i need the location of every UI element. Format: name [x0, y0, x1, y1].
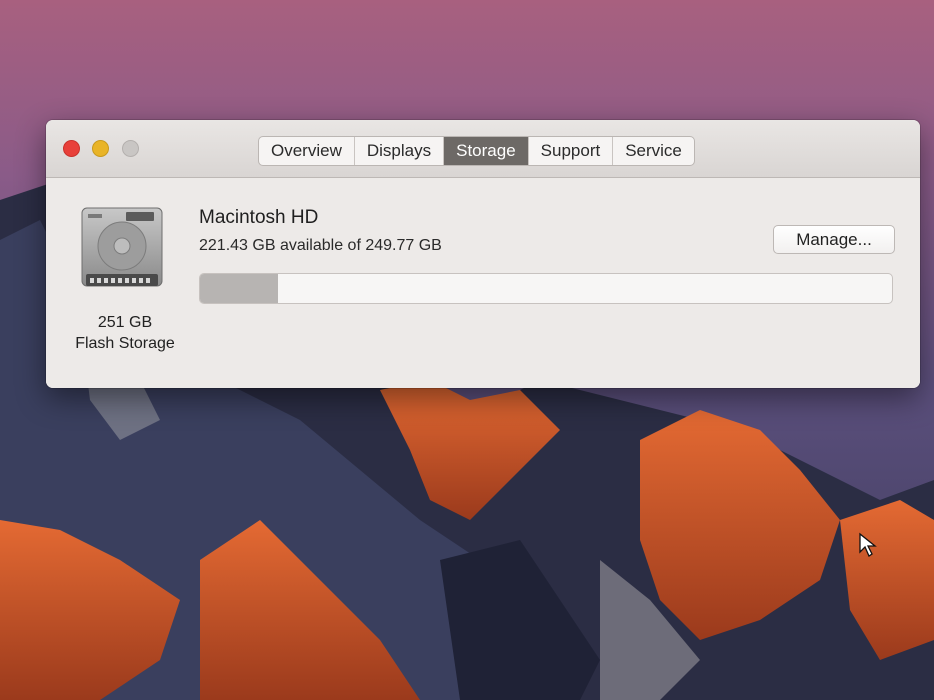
manage-button[interactable]: Manage...	[773, 225, 895, 254]
tab-support[interactable]: Support	[529, 137, 614, 165]
hard-drive-icon	[81, 207, 163, 287]
storage-panel: 251 GB Flash Storage Macintosh HD 221.43…	[46, 178, 920, 388]
tab-overview[interactable]: Overview	[259, 137, 355, 165]
about-this-mac-window: Overview Displays Storage Support Servic…	[46, 120, 920, 388]
disk-size-label: 251 GB	[97, 314, 153, 331]
tab-storage[interactable]: Storage	[444, 137, 529, 165]
zoom-window-button[interactable]	[122, 140, 139, 157]
tab-displays[interactable]: Displays	[355, 137, 445, 165]
volume-availability: 221.43 GB available of 249.77 GB	[199, 237, 442, 254]
window-titlebar: Overview Displays Storage Support Servic…	[46, 120, 920, 178]
mouse-pointer-icon	[859, 532, 877, 557]
tab-service[interactable]: Service	[613, 137, 694, 165]
disk-capacity: 251 GB Flash Storage	[60, 312, 190, 354]
close-window-button[interactable]	[63, 140, 80, 157]
storage-usage-fill	[200, 274, 279, 303]
tab-bar: Overview Displays Storage Support Servic…	[258, 136, 695, 166]
disk-type-label: Flash Storage	[75, 335, 175, 352]
storage-usage-bar	[199, 273, 893, 304]
minimize-window-button[interactable]	[92, 140, 109, 157]
volume-name: Macintosh HD	[199, 207, 319, 228]
